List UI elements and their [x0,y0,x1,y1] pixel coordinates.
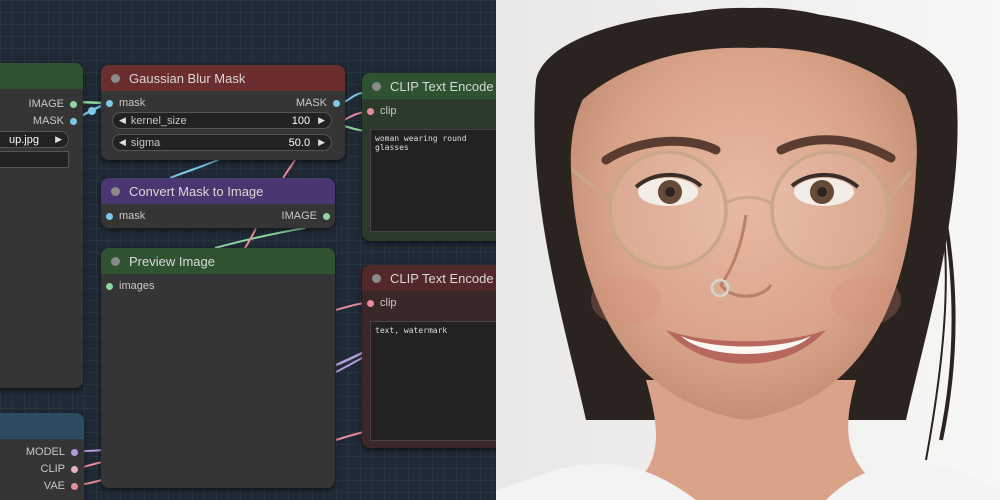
gaussian-blur-title: Gaussian Blur Mask [129,70,246,86]
preview-image-title-bar[interactable]: Preview Image [101,248,335,274]
clip-negative-input-label: clip [380,297,397,309]
kernel-size-widget[interactable]: ◀ kernel_size 100 ▶ [112,112,332,129]
mask-input-label: mask [119,97,146,109]
images-input-slot[interactable]: images [106,280,154,292]
clip-negative-title: CLIP Text Encode (F [390,270,496,286]
clip-negative-input-dot[interactable] [367,299,374,307]
blur-mask-output-label: MASK [295,97,327,109]
model-output-slot[interactable]: MODEL [26,446,78,458]
collapse-dot-icon[interactable] [372,81,381,91]
upload-button[interactable] [0,151,69,168]
convert-mask-input-label: mask [119,210,146,222]
clip-text-encode-positive-node[interactable]: CLIP Text Encode (F clip woman wearing r… [362,73,496,241]
negative-prompt-textarea[interactable]: text, watermark [370,321,496,441]
collapse-dot-icon[interactable] [111,256,120,266]
preview-image-node[interactable]: Preview Image images [101,248,335,488]
clip-positive-title: CLIP Text Encode (F [390,78,496,94]
mask-input-slot[interactable]: mask [106,97,145,109]
image-output-slot[interactable]: IMAGE [29,98,77,110]
sigma-value[interactable]: 50.0 [289,137,310,149]
convert-image-output-label: IMAGE [281,210,317,222]
gaussian-blur-mask-node[interactable]: Gaussian Blur Mask mask MASK ◀ kernel_si… [101,65,345,160]
node-graph-canvas[interactable]: IMAGE MASK up.jpg ▶ Gaussian Blur Mask m… [0,0,496,500]
image-file-selector[interactable]: up.jpg ▶ [0,131,69,148]
mask-output-dot[interactable] [70,117,77,125]
portrait-photo-icon [496,0,1000,500]
convert-image-output-slot[interactable]: IMAGE [282,210,330,222]
model-output-dot[interactable] [71,448,78,456]
kernel-size-label: kernel_size [130,114,187,127]
decrement-arrow-icon[interactable]: ◀ [119,115,126,126]
decrement-arrow-icon[interactable]: ◀ [119,137,126,148]
convert-mask-input-slot[interactable]: mask [106,210,145,222]
clip-text-encode-negative-node[interactable]: CLIP Text Encode (F clip text, watermark [362,265,496,448]
mask-output-label: MASK [32,115,64,127]
load-checkpoint-node[interactable]: MODEL CLIP VAE [0,413,84,500]
image-output-dot[interactable] [70,100,77,108]
increment-arrow-icon[interactable]: ▶ [318,137,325,148]
load-checkpoint-title-bar[interactable] [0,413,84,439]
convert-mask-node[interactable]: Convert Mask to Image mask IMAGE [101,178,335,228]
collapse-dot-icon[interactable] [372,273,381,283]
gaussian-blur-title-bar[interactable]: Gaussian Blur Mask [101,65,345,91]
mask-output-slot[interactable]: MASK [33,115,77,127]
increment-arrow-icon[interactable]: ▶ [318,115,325,126]
model-output-label: MODEL [25,446,65,458]
mask-input-dot[interactable] [106,99,113,107]
images-input-label: images [119,280,155,292]
preview-image-title: Preview Image [129,253,215,269]
clip-output-label: CLIP [40,463,65,475]
clip-negative-title-bar[interactable]: CLIP Text Encode (F [362,265,496,291]
blur-mask-output-dot[interactable] [333,99,340,107]
convert-mask-title: Convert Mask to Image [129,183,264,199]
convert-mask-title-bar[interactable]: Convert Mask to Image [101,178,335,204]
sigma-widget[interactable]: ◀ sigma 50.0 ▶ [112,134,332,151]
load-image-title-bar[interactable] [0,63,83,89]
load-image-node[interactable]: IMAGE MASK up.jpg ▶ [0,63,83,388]
vae-output-label: VAE [43,480,65,492]
image-filename: up.jpg [9,133,39,146]
kernel-size-value[interactable]: 100 [292,115,310,127]
clip-output-slot[interactable]: CLIP [41,463,78,475]
positive-prompt-textarea[interactable]: woman wearing round glasses [370,129,496,232]
portrait-photo [496,0,1000,500]
clip-positive-title-bar[interactable]: CLIP Text Encode (F [362,73,496,99]
blur-mask-output-slot[interactable]: MASK [296,97,340,109]
collapse-dot-icon[interactable] [111,186,120,196]
clip-negative-input-slot[interactable]: clip [367,297,397,309]
convert-mask-input-dot[interactable] [106,212,113,220]
vae-output-slot[interactable]: VAE [44,480,78,492]
images-input-dot[interactable] [106,282,113,290]
convert-image-output-dot[interactable] [323,212,330,220]
sigma-label: sigma [130,136,161,149]
clip-output-dot[interactable] [71,465,78,473]
collapse-dot-icon[interactable] [111,73,120,83]
image-output-label: IMAGE [28,98,64,110]
vae-output-dot[interactable] [71,482,78,490]
next-file-arrow-icon[interactable]: ▶ [55,134,62,145]
clip-positive-input-label: clip [380,105,397,117]
clip-positive-input-slot[interactable]: clip [367,105,397,117]
clip-positive-input-dot[interactable] [367,107,374,115]
